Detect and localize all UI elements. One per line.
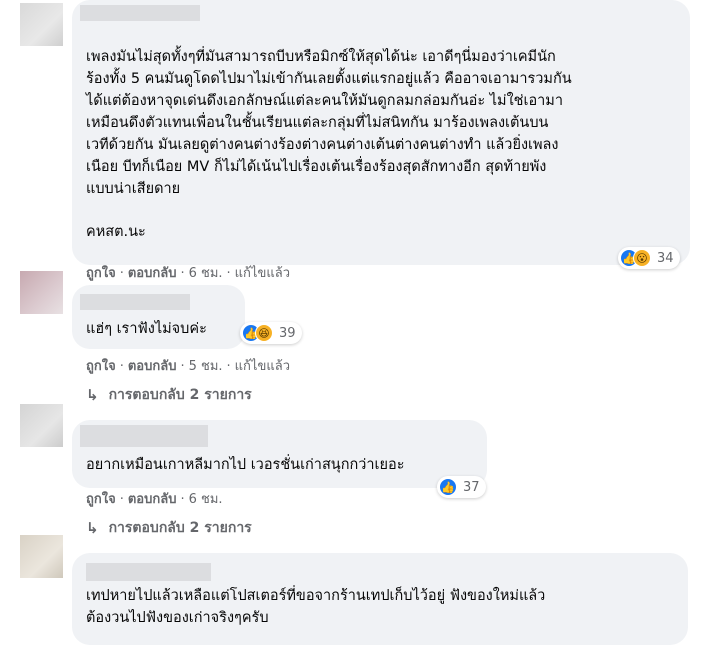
view-replies-link[interactable]: ↳ การตอบกลับ 2 รายการ bbox=[86, 384, 252, 406]
replies-label: การตอบกลับ 2 รายการ bbox=[108, 520, 252, 536]
reaction-count: 34 bbox=[657, 250, 674, 266]
reaction-count: 39 bbox=[279, 325, 296, 341]
reaction-count: 37 bbox=[463, 479, 480, 495]
view-replies-link[interactable]: ↳ การตอบกลับ 2 รายการ bbox=[86, 517, 252, 539]
avatar[interactable] bbox=[20, 535, 63, 578]
wow-reaction-icon: 😮 bbox=[633, 249, 651, 267]
timestamp[interactable]: 6 ชม. bbox=[189, 266, 223, 281]
reply-arrow-icon: ↳ bbox=[86, 519, 99, 537]
comment-bubble: แฮ่ๆ เราฟังไม่จบค่ะ bbox=[72, 285, 245, 349]
commenter-name-redacted[interactable] bbox=[80, 294, 190, 310]
comment-text: เพลงมันไม่สุดทั้งๆที่มันสามารถบีบหรือมิก… bbox=[86, 49, 572, 197]
commenter-name-redacted[interactable] bbox=[86, 563, 211, 581]
comment-text: อยากเหมือนเกาหลีมากไป เวอรชั่นเก่าสนุกกว… bbox=[86, 457, 405, 473]
reply-arrow-icon: ↳ bbox=[86, 386, 99, 404]
edited-label: แก้ไขแล้ว bbox=[234, 266, 290, 281]
comment-bubble: อยากเหมือนเกาหลีมากไป เวอรชั่นเก่าสนุกกว… bbox=[72, 420, 487, 488]
comment-actions: ถูกใจ · ตอบกลับ · 5 ชม. · แก้ไขแล้ว bbox=[86, 359, 290, 374]
reply-button[interactable]: ตอบกลับ bbox=[128, 359, 177, 374]
comment-signature: คหสต.นะ bbox=[86, 224, 146, 240]
like-button[interactable]: ถูกใจ bbox=[86, 359, 116, 374]
reply-button[interactable]: ตอบกลับ bbox=[128, 266, 177, 281]
comment-text: แฮ่ๆ เราฟังไม่จบค่ะ bbox=[86, 321, 207, 337]
avatar[interactable] bbox=[20, 404, 63, 447]
like-button[interactable]: ถูกใจ bbox=[86, 266, 116, 281]
commenter-name-redacted[interactable] bbox=[80, 5, 200, 21]
timestamp[interactable]: 5 ชม. bbox=[189, 359, 223, 374]
replies-label: การตอบกลับ 2 รายการ bbox=[108, 387, 252, 403]
reaction-summary[interactable]: 👍 😮 34 bbox=[618, 247, 680, 269]
comment-text: เทปหายไปแล้วเหลือแต่โปสเตอร์ที่ขอจากร้าน… bbox=[86, 588, 546, 626]
like-reaction-icon: 👍 bbox=[439, 478, 457, 496]
edited-label: แก้ไขแล้ว bbox=[234, 359, 290, 374]
avatar[interactable] bbox=[20, 3, 63, 46]
comment-actions: ถูกใจ · ตอบกลับ · 6 ชม. bbox=[86, 492, 223, 507]
reaction-summary[interactable]: 👍 😆 39 bbox=[240, 322, 302, 344]
comment-bubble: เทปหายไปแล้วเหลือแต่โปสเตอร์ที่ขอจากร้าน… bbox=[72, 553, 688, 645]
comment-bubble: เพลงมันไม่สุดทั้งๆที่มันสามารถบีบหรือมิก… bbox=[72, 0, 690, 265]
commenter-name-redacted[interactable] bbox=[80, 425, 208, 447]
comment-actions: ถูกใจ · ตอบกลับ · 6 ชม. · แก้ไขแล้ว bbox=[86, 266, 290, 281]
haha-reaction-icon: 😆 bbox=[255, 324, 273, 342]
reply-button[interactable]: ตอบกลับ bbox=[128, 492, 177, 507]
like-button[interactable]: ถูกใจ bbox=[86, 492, 116, 507]
reaction-summary[interactable]: 👍 37 bbox=[437, 476, 486, 498]
avatar[interactable] bbox=[20, 271, 63, 314]
timestamp[interactable]: 6 ชม. bbox=[189, 492, 223, 507]
